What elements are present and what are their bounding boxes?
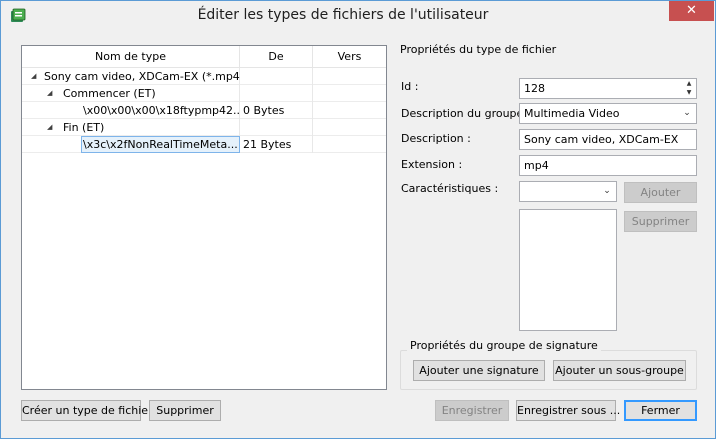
title-bar[interactable]: Éditer les types de fichiers de l'utilis… (1, 1, 715, 31)
close-window-button[interactable]: ✕ (669, 1, 714, 21)
save-as-button[interactable]: Enregistrer sous ... (516, 400, 620, 421)
chevron-down-icon: ⌄ (603, 186, 611, 196)
description-value: Sony cam video, XDCam-EX (524, 133, 679, 146)
column-header-from[interactable]: De (240, 46, 313, 68)
column-header-name[interactable]: Nom de type (22, 46, 240, 68)
tree-row-end-signature[interactable]: \x3c\x2fNonRealTimeMeta... 21 Bytes (22, 136, 386, 153)
remove-characteristic-button[interactable]: Supprimer (624, 211, 697, 232)
spin-down-icon[interactable]: ▼ (683, 88, 695, 97)
description-label: Description : (401, 132, 471, 145)
group-description-select[interactable]: Multimedia Video ⌄ (519, 103, 697, 124)
group-description-label: Description du groupe : (401, 107, 531, 120)
tree-row-from-value: 0 Bytes (243, 104, 285, 117)
extension-value: mp4 (524, 159, 549, 172)
tree-header: Nom de type De Vers (22, 46, 386, 68)
group-description-value: Multimedia Video (524, 107, 620, 120)
window-title: Éditer les types de fichiers de l'utilis… (197, 7, 489, 23)
id-label: Id : (401, 80, 419, 93)
id-value: 128 (524, 82, 545, 95)
characteristics-select[interactable]: ⌄ (519, 181, 617, 202)
tree-row-end-group[interactable]: ◢ Fin (ET) (22, 119, 386, 136)
dialog-window: Éditer les types de fichiers de l'utilis… (0, 0, 716, 439)
extension-label: Extension : (401, 158, 463, 171)
description-input[interactable]: Sony cam video, XDCam-EX (519, 129, 697, 150)
app-icon (11, 8, 26, 22)
file-type-tree[interactable]: Nom de type De Vers ◢ Sony cam video, XD… (21, 45, 387, 390)
properties-section-title: Propriétés du type de fichier (400, 43, 557, 56)
signature-group-title: Propriétés du groupe de signature (407, 339, 601, 352)
add-signature-button[interactable]: Ajouter une signature (413, 360, 545, 381)
column-header-to[interactable]: Vers (313, 46, 386, 68)
add-characteristic-button[interactable]: Ajouter (624, 182, 697, 203)
tree-row-start-signature[interactable]: \x00\x00\x00\x18ftypmp42... 0 Bytes (22, 102, 386, 119)
create-file-type-button[interactable]: Créer un type de fichier (21, 400, 153, 421)
save-button[interactable]: Enregistrer (435, 400, 509, 421)
tree-row-label: \x3c\x2fNonRealTimeMeta... (83, 138, 238, 151)
tree-row-label: Commencer (ET) (63, 87, 156, 100)
delete-file-type-button[interactable]: Supprimer (149, 400, 221, 421)
characteristics-label: Caractéristiques : (401, 182, 499, 195)
tree-row-label: Fin (ET) (63, 121, 105, 134)
tree-row-label: Sony cam video, XDCam-EX (*.mp4) (44, 70, 240, 83)
tree-row-label: \x00\x00\x00\x18ftypmp42... (83, 104, 239, 117)
close-icon: ✕ (686, 3, 697, 18)
spin-up-icon[interactable]: ▲ (683, 79, 695, 88)
id-spinner[interactable]: 128 ▲ ▼ (519, 78, 697, 99)
tree-row-file-type[interactable]: ◢ Sony cam video, XDCam-EX (*.mp4) (22, 68, 386, 85)
extension-input[interactable]: mp4 (519, 155, 697, 176)
tree-row-start-group[interactable]: ◢ Commencer (ET) (22, 85, 386, 102)
add-subgroup-button[interactable]: Ajouter un sous-groupe (553, 360, 686, 381)
close-button[interactable]: Fermer (624, 400, 697, 421)
tree-row-from-value: 21 Bytes (243, 138, 292, 151)
characteristics-list[interactable] (519, 209, 617, 331)
chevron-down-icon: ⌄ (683, 108, 691, 118)
